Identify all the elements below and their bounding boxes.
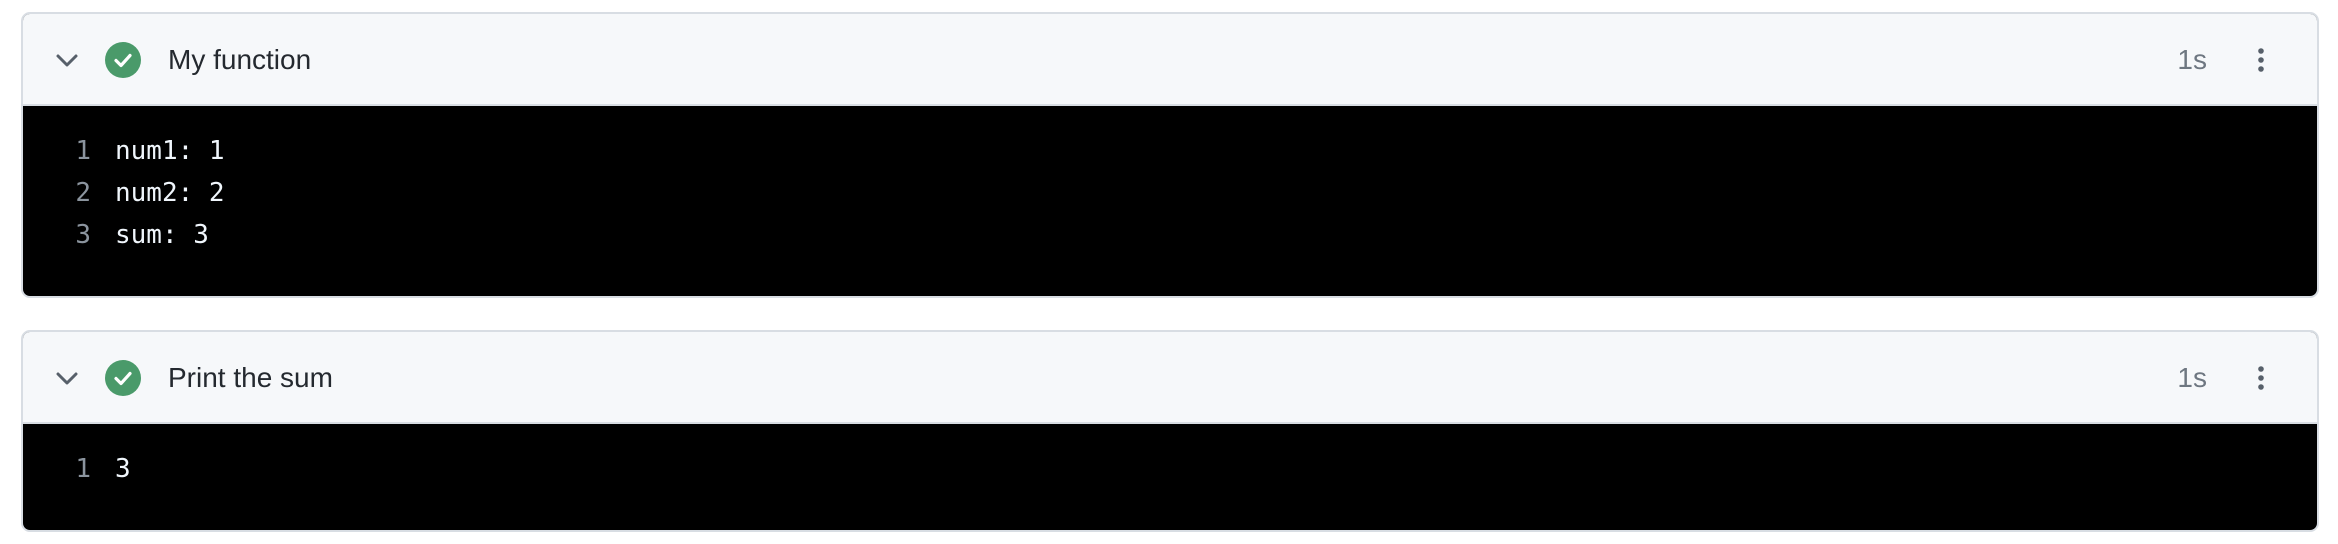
success-check-icon — [105, 360, 141, 396]
log-line: 2 num2: 2 — [23, 172, 2317, 214]
line-text: num1: 1 — [115, 136, 225, 166]
log-line: 3 sum: 3 — [23, 214, 2317, 256]
kebab-menu-icon[interactable] — [2245, 44, 2277, 76]
line-text: num2: 2 — [115, 178, 225, 208]
step-header[interactable]: My function 1s — [23, 14, 2317, 106]
step-header[interactable]: Print the sum 1s — [23, 332, 2317, 424]
chevron-down-icon[interactable] — [51, 44, 83, 76]
chevron-down-icon[interactable] — [51, 362, 83, 394]
line-number[interactable]: 3 — [23, 214, 115, 256]
kebab-menu-icon[interactable] — [2245, 362, 2277, 394]
workflow-steps: My function 1s 1 num1: 1 2 num2: 2 3 sum… — [0, 0, 2338, 544]
line-number[interactable]: 1 — [23, 448, 115, 490]
log-line: 1 3 — [23, 448, 2317, 490]
step-duration: 1s — [2177, 44, 2207, 75]
step-title: My function — [168, 44, 312, 75]
step-title: Print the sum — [168, 362, 333, 393]
line-text: sum: 3 — [115, 220, 209, 250]
step-my-function: My function 1s 1 num1: 1 2 num2: 2 3 sum… — [21, 12, 2319, 298]
line-text: 3 — [115, 454, 131, 484]
success-check-icon — [105, 42, 141, 78]
step-duration: 1s — [2177, 362, 2207, 393]
line-number[interactable]: 1 — [23, 130, 115, 172]
log-line: 1 num1: 1 — [23, 130, 2317, 172]
step-log: 1 3 — [23, 424, 2317, 490]
line-number[interactable]: 2 — [23, 172, 115, 214]
step-print-the-sum: Print the sum 1s 1 3 — [21, 330, 2319, 532]
step-log: 1 num1: 1 2 num2: 2 3 sum: 3 — [23, 106, 2317, 256]
